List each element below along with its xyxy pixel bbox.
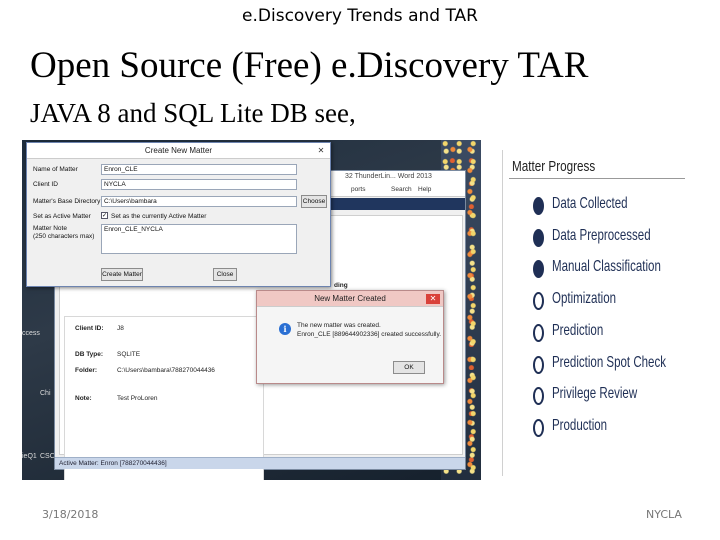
base-directory-input[interactable]: C:\Users\bambara [101,196,297,207]
slide-footer-org: NYCLA [646,508,682,521]
create-matter-dialog: Create New Matter ✕ Name of Matter Enron… [26,142,331,287]
client-id-input[interactable]: NYCLA [101,179,297,190]
matter-progress-title: Matter Progress [512,158,596,175]
slide-number: 6 [42,508,49,521]
desktop-label: CSC [40,453,55,460]
info-icon: i [279,323,291,335]
matter-note-textarea[interactable]: Enron_CLE_NYCLA [101,224,297,254]
create-matter-button[interactable]: Create Matter [101,268,143,281]
progress-step: Manual Classification [533,257,693,281]
step-pending-icon [533,387,544,406]
progress-step-label: Production [552,416,608,434]
progress-step-label: Data Collected [552,195,628,212]
side-label: ding [334,282,348,289]
close-icon[interactable]: ✕ [426,294,440,304]
step-complete-icon [533,260,544,279]
active-matter-label: Set as Active Matter [33,213,91,220]
dialog-title: Create New Matter [27,143,330,159]
progress-step: Prediction Spot Check [533,353,693,377]
progress-step: Optimization [533,289,693,313]
step-complete-icon [533,228,544,247]
close-icon[interactable]: ✕ [315,146,327,156]
info-value: Test ProLoren [117,395,158,402]
status-bar: Active Matter: Enron [788270044436] [55,457,465,469]
progress-step: Privilege Review [533,384,693,408]
progress-step: Production [533,416,693,440]
progress-step-label: Privilege Review [552,385,638,403]
menu-item[interactable]: ports [351,183,365,197]
matter-created-dialog: New Matter Created ✕ i The new matter wa… [256,290,444,384]
info-label: Note: [75,395,92,402]
close-dialog-button[interactable]: Close [213,268,237,281]
slide-footer-date: 3/18/2018 [42,508,98,521]
step-pending-icon [533,323,544,342]
matter-note-label: Matter Note [33,225,67,232]
menu-item-search[interactable]: Search [391,183,412,197]
progress-step: Data Preprocessed [533,226,693,250]
step-pending-icon [533,292,544,311]
base-directory-label: Matter's Base Directory [33,198,101,205]
matter-info-panel: Client ID: J8 DB Type: SQLITE Folder: C:… [64,316,264,480]
progress-step-label: Prediction [552,321,604,339]
matter-name-label: Name of Matter [33,166,78,173]
step-pending-icon [533,418,544,437]
active-matter-checkbox-label: Set as the currently Active Matter [111,213,207,220]
desktop-label: Chi [40,390,51,397]
footer-date: 3/18/2018 [42,508,99,521]
info-value: J8 [117,325,124,332]
info-value: C:\Users\bambara\788270044436 [117,367,215,374]
progress-step-label: Data Preprocessed [552,226,651,244]
progress-step-label: Optimization [552,290,617,308]
desktop-label: ieQ1 [22,453,37,460]
client-id-label: Client ID [33,181,58,188]
matter-name-input[interactable]: Enron_CLE [101,164,297,175]
choose-button[interactable]: Choose [301,195,327,208]
app-screenshot: ccess Chi ieQ1 CSC 32 ThunderLin... Word… [22,140,481,480]
matter-progress-panel: Matter Progress Data Collected Data Prepr… [502,150,692,476]
active-matter-checkbox[interactable]: ✓ [101,212,108,219]
slide-title: Open Source (Free) e.Discovery TAR [30,45,589,86]
desktop-label: ccess [22,330,40,337]
matter-note-hint: (250 characters max) [33,233,95,240]
slide-header: e.Discovery Trends and TAR [242,6,478,26]
progress-step: Data Collected [533,194,693,218]
info-label: DB Type: [75,351,104,358]
info-label: Folder: [75,367,98,374]
info-value: SQLITE [117,351,141,358]
menu-item-help[interactable]: Help [418,183,431,197]
progress-step: Prediction [533,321,693,345]
slide-subtitle: JAVA 8 and SQL Lite DB see, [30,98,356,128]
info-label: Client ID: [75,325,104,332]
step-complete-icon [533,197,544,215]
progress-step-label: Manual Classification [552,258,661,276]
progress-step-label: Prediction Spot Check [552,353,666,371]
step-pending-icon [533,355,544,374]
dialog-title: New Matter Created [257,291,443,307]
message-line: Enron_CLE [889644902336] created success… [297,331,442,338]
message-line: The new matter was created. [297,322,381,329]
divider [509,178,685,179]
ok-button[interactable]: OK [393,361,425,374]
